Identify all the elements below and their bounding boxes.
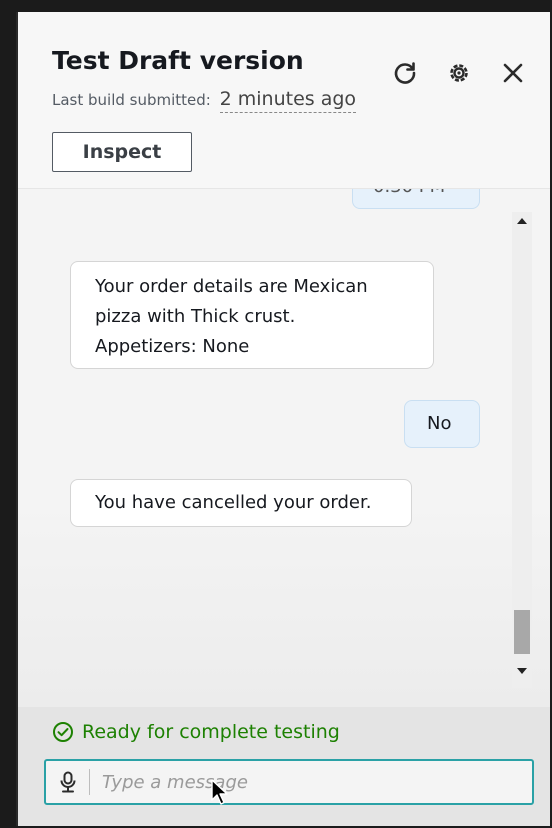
test-bot-panel: Test Draft version Last build submitted:… xyxy=(16,12,550,826)
microphone-icon[interactable] xyxy=(46,769,90,795)
check-circle-icon xyxy=(53,722,73,742)
chat-message-line: Appetizers: None xyxy=(95,336,250,357)
panel-footer: Ready for complete testing xyxy=(18,707,550,826)
build-status-label: Last build submitted: xyxy=(52,91,211,109)
testing-status: Ready for complete testing xyxy=(52,721,340,743)
gear-icon[interactable] xyxy=(444,58,474,88)
panel-title: Test Draft version xyxy=(52,46,304,75)
mouse-cursor-icon xyxy=(211,779,228,805)
chat-conversation: 0.30 PM Your order details are Mexican p… xyxy=(18,189,550,707)
scroll-thumb[interactable] xyxy=(514,610,530,654)
chat-message-line: You have cancelled your order. xyxy=(95,492,372,513)
message-input[interactable] xyxy=(100,770,504,794)
chat-scrollbar[interactable] xyxy=(512,212,532,688)
chat-message-bot: Your order details are Mexican pizza wit… xyxy=(70,261,434,369)
scroll-up-icon[interactable] xyxy=(517,218,527,224)
close-icon[interactable] xyxy=(498,58,528,88)
panel-header: Test Draft version Last build submitted:… xyxy=(18,12,550,189)
refresh-icon[interactable] xyxy=(390,58,420,88)
chat-message-user: No xyxy=(404,400,480,448)
chat-message-bot: You have cancelled your order. xyxy=(70,479,412,527)
message-input-box[interactable] xyxy=(44,759,534,805)
build-status: Last build submitted: 2 minutes ago xyxy=(52,88,357,113)
status-text: Ready for complete testing xyxy=(82,721,340,743)
inspect-button[interactable]: Inspect xyxy=(52,132,192,172)
chat-message-user: 0.30 PM xyxy=(352,189,480,209)
chat-message-text: No xyxy=(427,413,452,434)
chat-message-line: pizza with Thick crust. xyxy=(95,306,296,327)
chat-message-line: Your order details are Mexican xyxy=(95,276,368,297)
scroll-down-icon[interactable] xyxy=(517,668,527,674)
build-time-link[interactable]: 2 minutes ago xyxy=(219,88,357,113)
chat-message-text: 0.30 PM xyxy=(373,189,445,197)
